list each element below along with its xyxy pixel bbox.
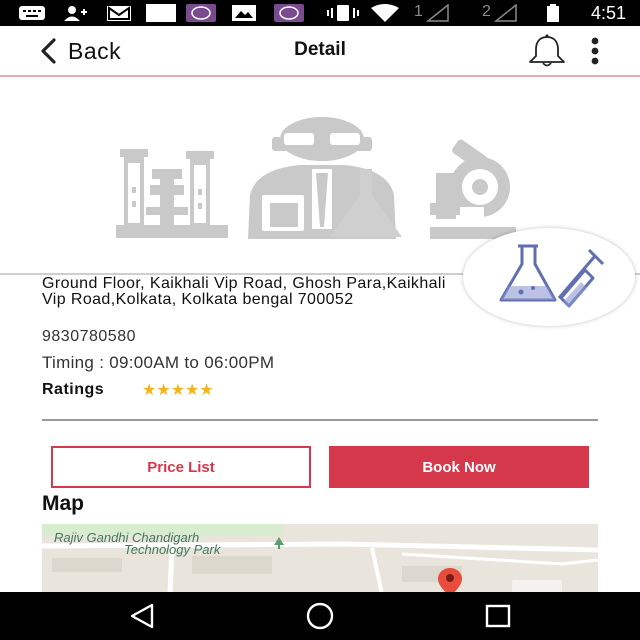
tree-icon — [274, 537, 284, 549]
signal-icon-2 — [494, 4, 517, 22]
lab-address: Ground Floor, Kaikhali Vip Road, Ghosh P… — [42, 275, 446, 308]
sim1-label: 1 — [414, 3, 423, 20]
keyboard-icon — [19, 6, 45, 20]
vibrate-icon — [327, 5, 359, 21]
blank-notification-icon — [146, 4, 176, 22]
ratings-label: Ratings — [42, 381, 105, 398]
app-notification-icon — [186, 4, 216, 22]
recents-nav-icon[interactable] — [484, 603, 512, 629]
sim2-label: 2 — [482, 3, 491, 20]
lab-category-badge — [463, 228, 635, 326]
book-now-button[interactable]: Book Now — [329, 446, 589, 488]
map-label-line2: Technology Park — [124, 542, 221, 557]
price-list-button[interactable]: Price List — [51, 446, 311, 488]
location-pin-icon[interactable] — [435, 566, 465, 594]
image-icon — [232, 5, 256, 21]
bell-icon[interactable] — [524, 34, 570, 68]
app-header: Back Detail — [0, 26, 640, 77]
home-nav-icon[interactable] — [304, 600, 336, 632]
map-heading: Map — [42, 492, 84, 515]
add-user-icon — [64, 6, 87, 21]
flask-icon — [499, 244, 605, 308]
app-notification-icon-2 — [274, 4, 304, 22]
clock: 4:51 — [590, 3, 626, 23]
battery-icon — [547, 4, 559, 22]
rating-stars: ★★★★★ — [142, 382, 214, 399]
signal-icon — [426, 4, 449, 22]
lab-phone[interactable]: 9830780580 — [42, 328, 136, 346]
system-nav-bar — [0, 592, 640, 640]
gmail-icon — [107, 6, 131, 21]
back-nav-icon[interactable] — [128, 603, 158, 629]
more-options-icon[interactable] — [586, 37, 604, 65]
wifi-icon — [371, 4, 399, 22]
status-bar: 1 2 4:51 — [0, 0, 640, 26]
map-view[interactable]: Rajiv Gandhi Chandigarh Technology Park — [42, 524, 598, 594]
divider — [42, 419, 598, 421]
lab-timing: Timing : 09:00AM to 06:00PM — [42, 353, 275, 372]
